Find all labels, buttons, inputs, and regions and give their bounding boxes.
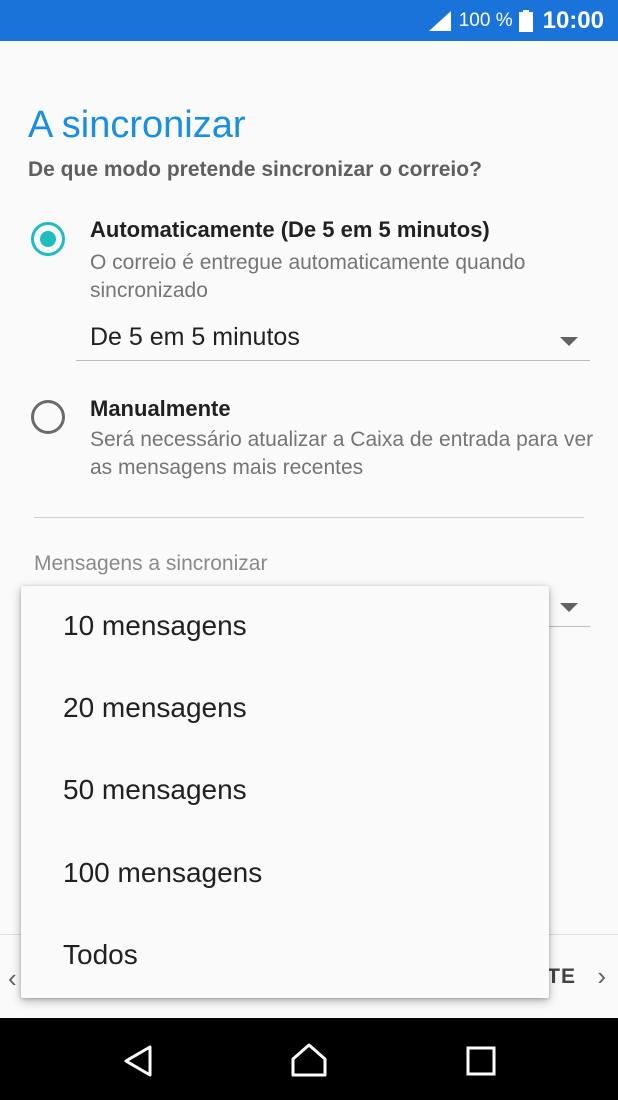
menu-item[interactable]: 100 mensagens [21, 833, 549, 915]
battery-percent: 100 % [458, 9, 513, 31]
back-icon[interactable] [122, 1044, 154, 1078]
divider [34, 517, 584, 518]
system-navigation-bar [0, 1018, 618, 1100]
menu-item-label: 20 mensagens [63, 692, 247, 723]
battery-icon [518, 9, 533, 32]
radio-automatic[interactable] [31, 222, 65, 256]
menu-item[interactable]: 50 mensagens [21, 750, 549, 832]
signal-icon [428, 10, 451, 31]
next-button-label[interactable]: TE [547, 965, 576, 989]
status-bar: 100 % 10:00 [0, 0, 618, 41]
interval-spinner-value: De 5 em 5 minutos [90, 323, 300, 351]
option-manual-description: Será necessário atualizar a Caixa de ent… [90, 428, 594, 479]
messages-section-label: Mensagens a sincronizar [34, 552, 268, 575]
dropdown-arrow-icon [560, 603, 578, 612]
clock: 10:00 [542, 6, 604, 34]
menu-item-label: Todos [63, 939, 138, 970]
page-subtitle: De que modo pretende sincronizar o corre… [28, 158, 482, 181]
dropdown-arrow-icon [560, 337, 578, 346]
option-automatic-title[interactable]: Automaticamente (De 5 em 5 minutos) [90, 217, 490, 243]
menu-item[interactable]: Todos [21, 915, 549, 997]
option-automatic-description: O correio é entregue automaticamente qua… [90, 251, 526, 302]
page-title: A sincronizar [28, 104, 246, 146]
option-manual-title[interactable]: Manualmente [90, 396, 231, 422]
menu-item-label: 100 mensagens [63, 857, 263, 888]
home-icon[interactable] [290, 1042, 328, 1078]
menu-item[interactable]: 10 mensagens [21, 586, 549, 668]
menu-item-label: 50 mensagens [63, 774, 247, 805]
menu-item[interactable]: 20 mensagens [21, 668, 549, 750]
recent-apps-icon[interactable] [466, 1046, 496, 1076]
interval-spinner[interactable]: De 5 em 5 minutos [76, 321, 590, 361]
chevron-right-icon[interactable]: › [597, 961, 606, 992]
menu-item-label: 10 mensagens [63, 610, 247, 641]
radio-manual[interactable] [31, 400, 65, 434]
messages-dropdown-menu: 10 mensagens 20 mensagens 50 mensagens 1… [21, 586, 549, 998]
chevron-left-icon[interactable]: ‹ [8, 963, 17, 994]
